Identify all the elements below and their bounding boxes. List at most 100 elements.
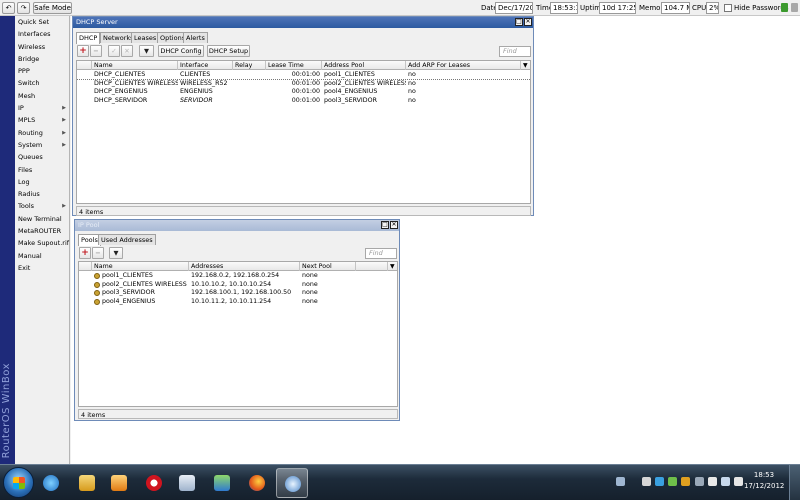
menu-item-switch[interactable]: Switch	[15, 77, 69, 89]
menu-item-label: Queues	[18, 153, 43, 162]
remove-button[interactable]: −	[92, 247, 104, 259]
menu-item-files[interactable]: Files	[15, 164, 69, 176]
cell-lease: 00:01:00	[291, 88, 320, 95]
menu-item-log[interactable]: Log	[15, 176, 69, 188]
col-address-pool[interactable]: Address Pool	[322, 61, 406, 70]
col-add-arp[interactable]: Add ARP For Leases	[406, 61, 521, 70]
col-name[interactable]: Name	[92, 262, 189, 271]
dhcp-tabs: DHCP Networks Leases Options Alerts	[76, 32, 276, 44]
col-name[interactable]: Name	[92, 61, 178, 70]
tray-skype-icon[interactable]	[655, 477, 664, 486]
close-button[interactable]: ✕	[390, 221, 398, 229]
menu-item-exit[interactable]: Exit	[15, 262, 69, 274]
close-button[interactable]: ✕	[524, 18, 532, 26]
tab-alerts[interactable]: Alerts	[183, 32, 208, 43]
table-row[interactable]: pool1_CLIENTES 192.168.0.2, 192.168.0.254…	[79, 272, 397, 281]
table-row[interactable]: pool2_CLIENTES WIRELESS 10.10.10.2, 10.10…	[79, 281, 397, 290]
cell-interface: SERVIDOR	[180, 96, 213, 104]
tray-arrow-icon[interactable]	[642, 477, 651, 486]
find-input[interactable]: Find	[365, 248, 397, 259]
col-next-pool[interactable]: Next Pool	[300, 262, 356, 271]
menu-item-label: MPLS	[18, 116, 36, 125]
tray-device-icon[interactable]	[708, 477, 717, 486]
cell-pool: pool3_SERVIDOR	[324, 96, 377, 104]
menu-item-quick-set[interactable]: Quick Set	[15, 16, 69, 28]
internet-explorer-icon[interactable]	[35, 468, 67, 498]
clock[interactable]: 18:53 17/12/2012	[744, 470, 784, 492]
tray-app-icon[interactable]	[695, 477, 704, 486]
cell-name: DHCP_CLIENTES WIRELESS	[94, 79, 178, 87]
col-interface[interactable]: Interface	[178, 61, 233, 70]
tray-update-icon[interactable]	[668, 477, 677, 486]
menu-item-metarouter[interactable]: MetaROUTER	[15, 225, 69, 237]
column-menu-icon[interactable]: ▼	[388, 262, 397, 271]
add-button[interactable]: +	[77, 45, 89, 57]
menu-item-ppp[interactable]: PPP	[15, 65, 69, 77]
tab-dhcp[interactable]: DHCP	[76, 32, 101, 44]
table-row[interactable]: DHCP_CLIENTES WIRELESS WIRELESS_R52 00:01:…	[77, 79, 530, 89]
menu-item-interfaces[interactable]: Interfaces	[15, 28, 69, 40]
menu-item-wireless[interactable]: Wireless	[15, 41, 69, 53]
pool-window-title[interactable]: IP Pool □ ✕	[75, 220, 399, 231]
tray-action-center-icon[interactable]	[721, 477, 730, 486]
menu-item-system[interactable]: System ▶	[15, 139, 69, 151]
menu-item-manual[interactable]: Manual	[15, 250, 69, 262]
redo-button[interactable]: ↷	[17, 2, 30, 14]
dhcp-window-title[interactable]: DHCP Server □ ✕	[73, 17, 533, 28]
add-button[interactable]: +	[79, 247, 91, 259]
tab-leases[interactable]: Leases	[131, 32, 160, 43]
tray-flag-icon[interactable]	[616, 477, 625, 486]
menu-item-ip[interactable]: IP ▶	[15, 102, 69, 114]
menu-item-new-terminal[interactable]: New Terminal	[15, 213, 69, 225]
table-row[interactable]: DHCP_ENGENIUS ENGENIUS 00:01:00 pool4_ENGEN…	[77, 88, 530, 97]
table-row[interactable]: pool4_ENGENIUS 10.10.11.2, 10.10.11.254 no…	[79, 298, 397, 307]
disable-button[interactable]: ✕	[121, 45, 133, 57]
firefox-icon[interactable]	[241, 468, 273, 498]
restore-button[interactable]: □	[515, 18, 523, 26]
col-relay[interactable]: Relay	[233, 61, 266, 70]
menu-item-queues[interactable]: Queues	[15, 151, 69, 163]
col-lease-time[interactable]: Lease Time	[266, 61, 322, 70]
column-menu-icon[interactable]: ▼	[521, 61, 530, 70]
tab-used-addresses[interactable]: Used Addresses	[98, 234, 156, 245]
tray-power-icon[interactable]	[681, 477, 690, 486]
cell-relay	[233, 80, 266, 89]
dhcp-toolrow: + − ✓ ✕ ▼ DHCP Config DHCP Setup Find	[76, 45, 531, 58]
opera-icon[interactable]	[138, 468, 170, 498]
filter-icon[interactable]: ▼	[139, 45, 154, 57]
media-player-icon[interactable]	[103, 468, 135, 498]
table-row[interactable]: DHCP_CLIENTES CLIENTES 00:01:00 pool1_CLIEN…	[77, 71, 530, 80]
col-addresses[interactable]: Addresses	[189, 262, 300, 271]
remove-button[interactable]: −	[90, 45, 102, 57]
find-input[interactable]: Find	[499, 46, 531, 57]
start-button[interactable]	[3, 467, 34, 498]
file-explorer-icon[interactable]	[71, 468, 103, 498]
restore-button[interactable]: □	[381, 221, 389, 229]
menu-item-radius[interactable]: Radius	[15, 188, 69, 200]
volume-icon[interactable]	[734, 477, 743, 486]
cell-name: DHCP_SERVIDOR	[94, 96, 148, 104]
table-row[interactable]: DHCP_SERVIDOR SERVIDOR 00:01:00 pool3_SERVI…	[77, 96, 530, 106]
safe-mode-button[interactable]: Safe Mode	[33, 2, 72, 14]
undo-button[interactable]: ↶	[2, 2, 15, 14]
cell-next: none	[302, 289, 318, 296]
menu-item-tools[interactable]: Tools ▶	[15, 200, 69, 212]
show-desktop-button[interactable]	[789, 465, 800, 500]
menu-item-make-supout-rif[interactable]: Make Supout.rif	[15, 237, 69, 249]
dhcp-setup-button[interactable]: DHCP Setup	[207, 45, 250, 57]
hide-passwords-checkbox[interactable]	[724, 4, 732, 12]
document-icon[interactable]	[171, 468, 203, 498]
menu-item-label: Mesh	[18, 91, 36, 100]
enable-button[interactable]: ✓	[108, 45, 120, 57]
winbox-icon[interactable]	[276, 468, 308, 498]
table-row[interactable]: pool3_SERVIDOR 192.168.100.1, 192.168.100…	[79, 289, 397, 298]
cpu-value: 2%	[706, 2, 719, 14]
menu-item-label: Manual	[18, 251, 42, 260]
filter-icon[interactable]: ▼	[109, 247, 123, 259]
dhcp-config-button[interactable]: DHCP Config	[158, 45, 204, 57]
network-app-icon[interactable]	[206, 468, 238, 498]
menu-item-bridge[interactable]: Bridge	[15, 53, 69, 65]
menu-item-mpls[interactable]: MPLS ▶	[15, 114, 69, 126]
menu-item-routing[interactable]: Routing ▶	[15, 127, 69, 139]
menu-item-mesh[interactable]: Mesh	[15, 90, 69, 102]
